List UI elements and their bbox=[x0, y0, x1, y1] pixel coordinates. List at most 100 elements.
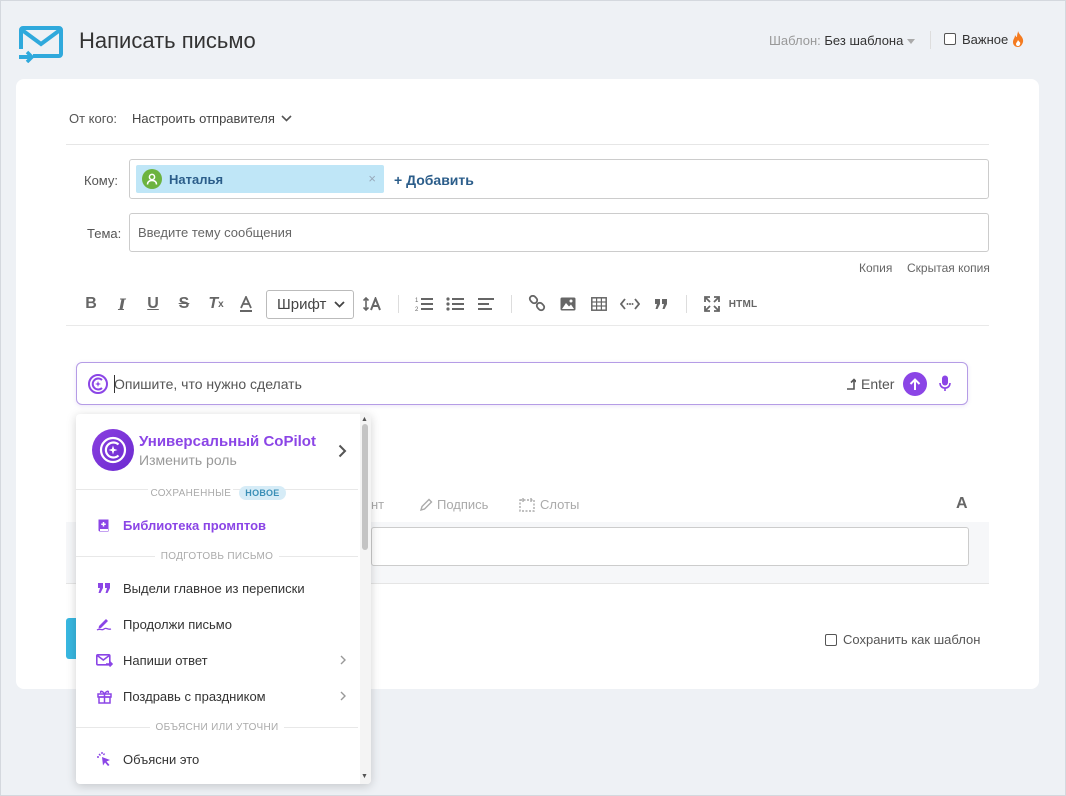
copilot-prompt-bar: Enter bbox=[76, 362, 968, 405]
pencil-icon bbox=[419, 498, 433, 511]
numbered-list-button[interactable]: 12 bbox=[414, 289, 434, 319]
from-label: От кого: bbox=[69, 111, 118, 126]
menu-item-reply[interactable]: Напиши ответ bbox=[94, 649, 356, 671]
bcc-link[interactable]: Скрытая копия bbox=[907, 261, 990, 275]
table-button[interactable] bbox=[589, 289, 609, 319]
page-title: Написать письмо bbox=[79, 28, 256, 53]
recipient-name: Наталья bbox=[169, 171, 224, 187]
cc-link[interactable]: Копия bbox=[859, 261, 892, 275]
chevron-right-icon bbox=[338, 444, 347, 458]
book-icon bbox=[94, 518, 114, 533]
prompt-library-label: Библиотека промптов bbox=[123, 517, 267, 533]
copilot-icon bbox=[99, 436, 127, 464]
chevron-right-icon bbox=[340, 655, 346, 665]
save-as-template-toggle[interactable]: Сохранить как шаблон bbox=[825, 632, 980, 647]
code-icon bbox=[620, 298, 640, 310]
section-explain-label: ОБЪЯСНИ ИЛИ УТОЧНИ bbox=[149, 722, 285, 733]
image-icon bbox=[560, 297, 576, 311]
align-left-icon bbox=[478, 298, 494, 310]
mail-reply-icon bbox=[94, 653, 114, 667]
microphone-icon[interactable] bbox=[939, 375, 951, 392]
important-checkbox[interactable] bbox=[944, 33, 956, 45]
recipient-chip[interactable]: Наталья × bbox=[136, 165, 384, 193]
save-template-label: Сохранить как шаблон bbox=[843, 632, 981, 647]
section-saved-label: СОХРАНЕННЫЕ bbox=[148, 488, 234, 499]
enter-hint: Enter bbox=[846, 376, 894, 392]
align-button[interactable] bbox=[476, 289, 496, 319]
scroll-up-arrow-icon[interactable]: ▲ bbox=[361, 416, 368, 423]
clear-format-button[interactable]: Tx bbox=[205, 289, 227, 319]
bullet-list-icon bbox=[446, 297, 464, 311]
from-sender-select[interactable]: Настроить отправителя bbox=[132, 111, 292, 126]
important-toggle[interactable]: Важное bbox=[944, 31, 1024, 47]
user-icon bbox=[142, 169, 162, 189]
copilot-icon bbox=[88, 374, 108, 394]
copilot-dropdown-menu: Универсальный CoPilot Изменить роль СОХР… bbox=[76, 414, 371, 784]
text-cursor bbox=[114, 375, 115, 393]
bullet-list-button[interactable] bbox=[445, 289, 465, 319]
link-button[interactable] bbox=[527, 289, 547, 319]
add-recipient-button[interactable]: + Добавить bbox=[394, 172, 474, 188]
numbered-list-icon: 12 bbox=[415, 298, 433, 312]
code-button[interactable] bbox=[619, 289, 641, 319]
text-format-button[interactable]: A bbox=[956, 495, 968, 513]
fullscreen-button[interactable] bbox=[702, 289, 722, 319]
table-icon bbox=[591, 297, 607, 311]
scrollbar-thumb[interactable] bbox=[362, 424, 368, 550]
subject-input[interactable] bbox=[129, 213, 989, 252]
font-select[interactable]: Шрифт bbox=[266, 290, 354, 319]
signature-label: Подпись bbox=[437, 497, 489, 512]
toolbar-divider bbox=[398, 295, 399, 313]
menu-item-summarize[interactable]: Выдели главное из переписки bbox=[94, 577, 356, 599]
from-value: Настроить отправителя bbox=[132, 111, 275, 126]
chevron-down-icon bbox=[281, 115, 292, 122]
new-badge: НОВОЕ bbox=[239, 486, 286, 500]
quote-button[interactable] bbox=[651, 289, 671, 319]
bold-button[interactable]: B bbox=[81, 289, 101, 319]
scroll-down-arrow-icon[interactable]: ▼ bbox=[361, 773, 368, 780]
signature-pen-icon bbox=[94, 617, 114, 631]
menu-item-explain[interactable]: Объясни это bbox=[94, 748, 356, 770]
signature-tab[interactable]: Подпись bbox=[419, 497, 488, 512]
link-icon bbox=[528, 295, 546, 312]
menu-item-continue[interactable]: Продолжи письмо bbox=[94, 613, 356, 635]
section-prepare-label: ПОДГОТОВЬ ПИСЬМО bbox=[154, 551, 280, 562]
text-color-button[interactable] bbox=[236, 289, 256, 319]
fullscreen-icon bbox=[704, 296, 720, 312]
html-mode-button[interactable]: HTML bbox=[729, 289, 757, 319]
recipients-field[interactable]: Наталья × + Добавить bbox=[129, 159, 989, 199]
arrow-up-icon bbox=[909, 377, 921, 390]
save-template-checkbox[interactable] bbox=[825, 633, 837, 646]
chevron-down-icon bbox=[334, 301, 345, 308]
slots-icon bbox=[519, 497, 535, 512]
prompt-library-item[interactable]: Библиотека промптов bbox=[94, 514, 356, 536]
to-label: Кому: bbox=[84, 173, 118, 188]
caret-down-icon bbox=[907, 39, 916, 45]
slots-label: Слоты bbox=[540, 497, 580, 512]
menu-item-label: Объясни это bbox=[123, 751, 200, 767]
remove-recipient-icon[interactable]: × bbox=[368, 171, 376, 186]
strikethrough-button[interactable]: S bbox=[174, 289, 194, 319]
italic-button[interactable]: I bbox=[112, 289, 132, 319]
signature-input[interactable] bbox=[371, 527, 969, 566]
copilot-role-header[interactable]: Универсальный CoPilot Изменить роль bbox=[76, 414, 358, 488]
image-button[interactable] bbox=[558, 289, 578, 319]
template-select[interactable]: Шаблон: Без шаблона bbox=[769, 33, 916, 48]
menu-item-label: Напиши ответ bbox=[123, 652, 208, 668]
divider bbox=[66, 325, 989, 326]
text-color-icon bbox=[240, 296, 252, 312]
template-label: Шаблон: bbox=[769, 33, 821, 48]
section-explain: ОБЪЯСНИ ИЛИ УТОЧНИ bbox=[76, 722, 358, 733]
copilot-prompt-input[interactable] bbox=[114, 373, 814, 395]
copilot-send-button[interactable] bbox=[903, 372, 927, 396]
tab-partial[interactable]: нт bbox=[371, 497, 384, 512]
slots-tab[interactable]: Слоты bbox=[519, 497, 579, 512]
underline-button[interactable]: U bbox=[143, 289, 163, 319]
menu-item-congratulate[interactable]: Поздравь с праздником bbox=[94, 685, 356, 707]
font-size-button[interactable] bbox=[362, 289, 384, 319]
subject-label: Тема: bbox=[87, 226, 122, 241]
copilot-avatar bbox=[92, 429, 134, 471]
quote-icon bbox=[94, 582, 114, 594]
divider bbox=[930, 31, 931, 49]
font-select-label: Шрифт bbox=[277, 296, 327, 313]
